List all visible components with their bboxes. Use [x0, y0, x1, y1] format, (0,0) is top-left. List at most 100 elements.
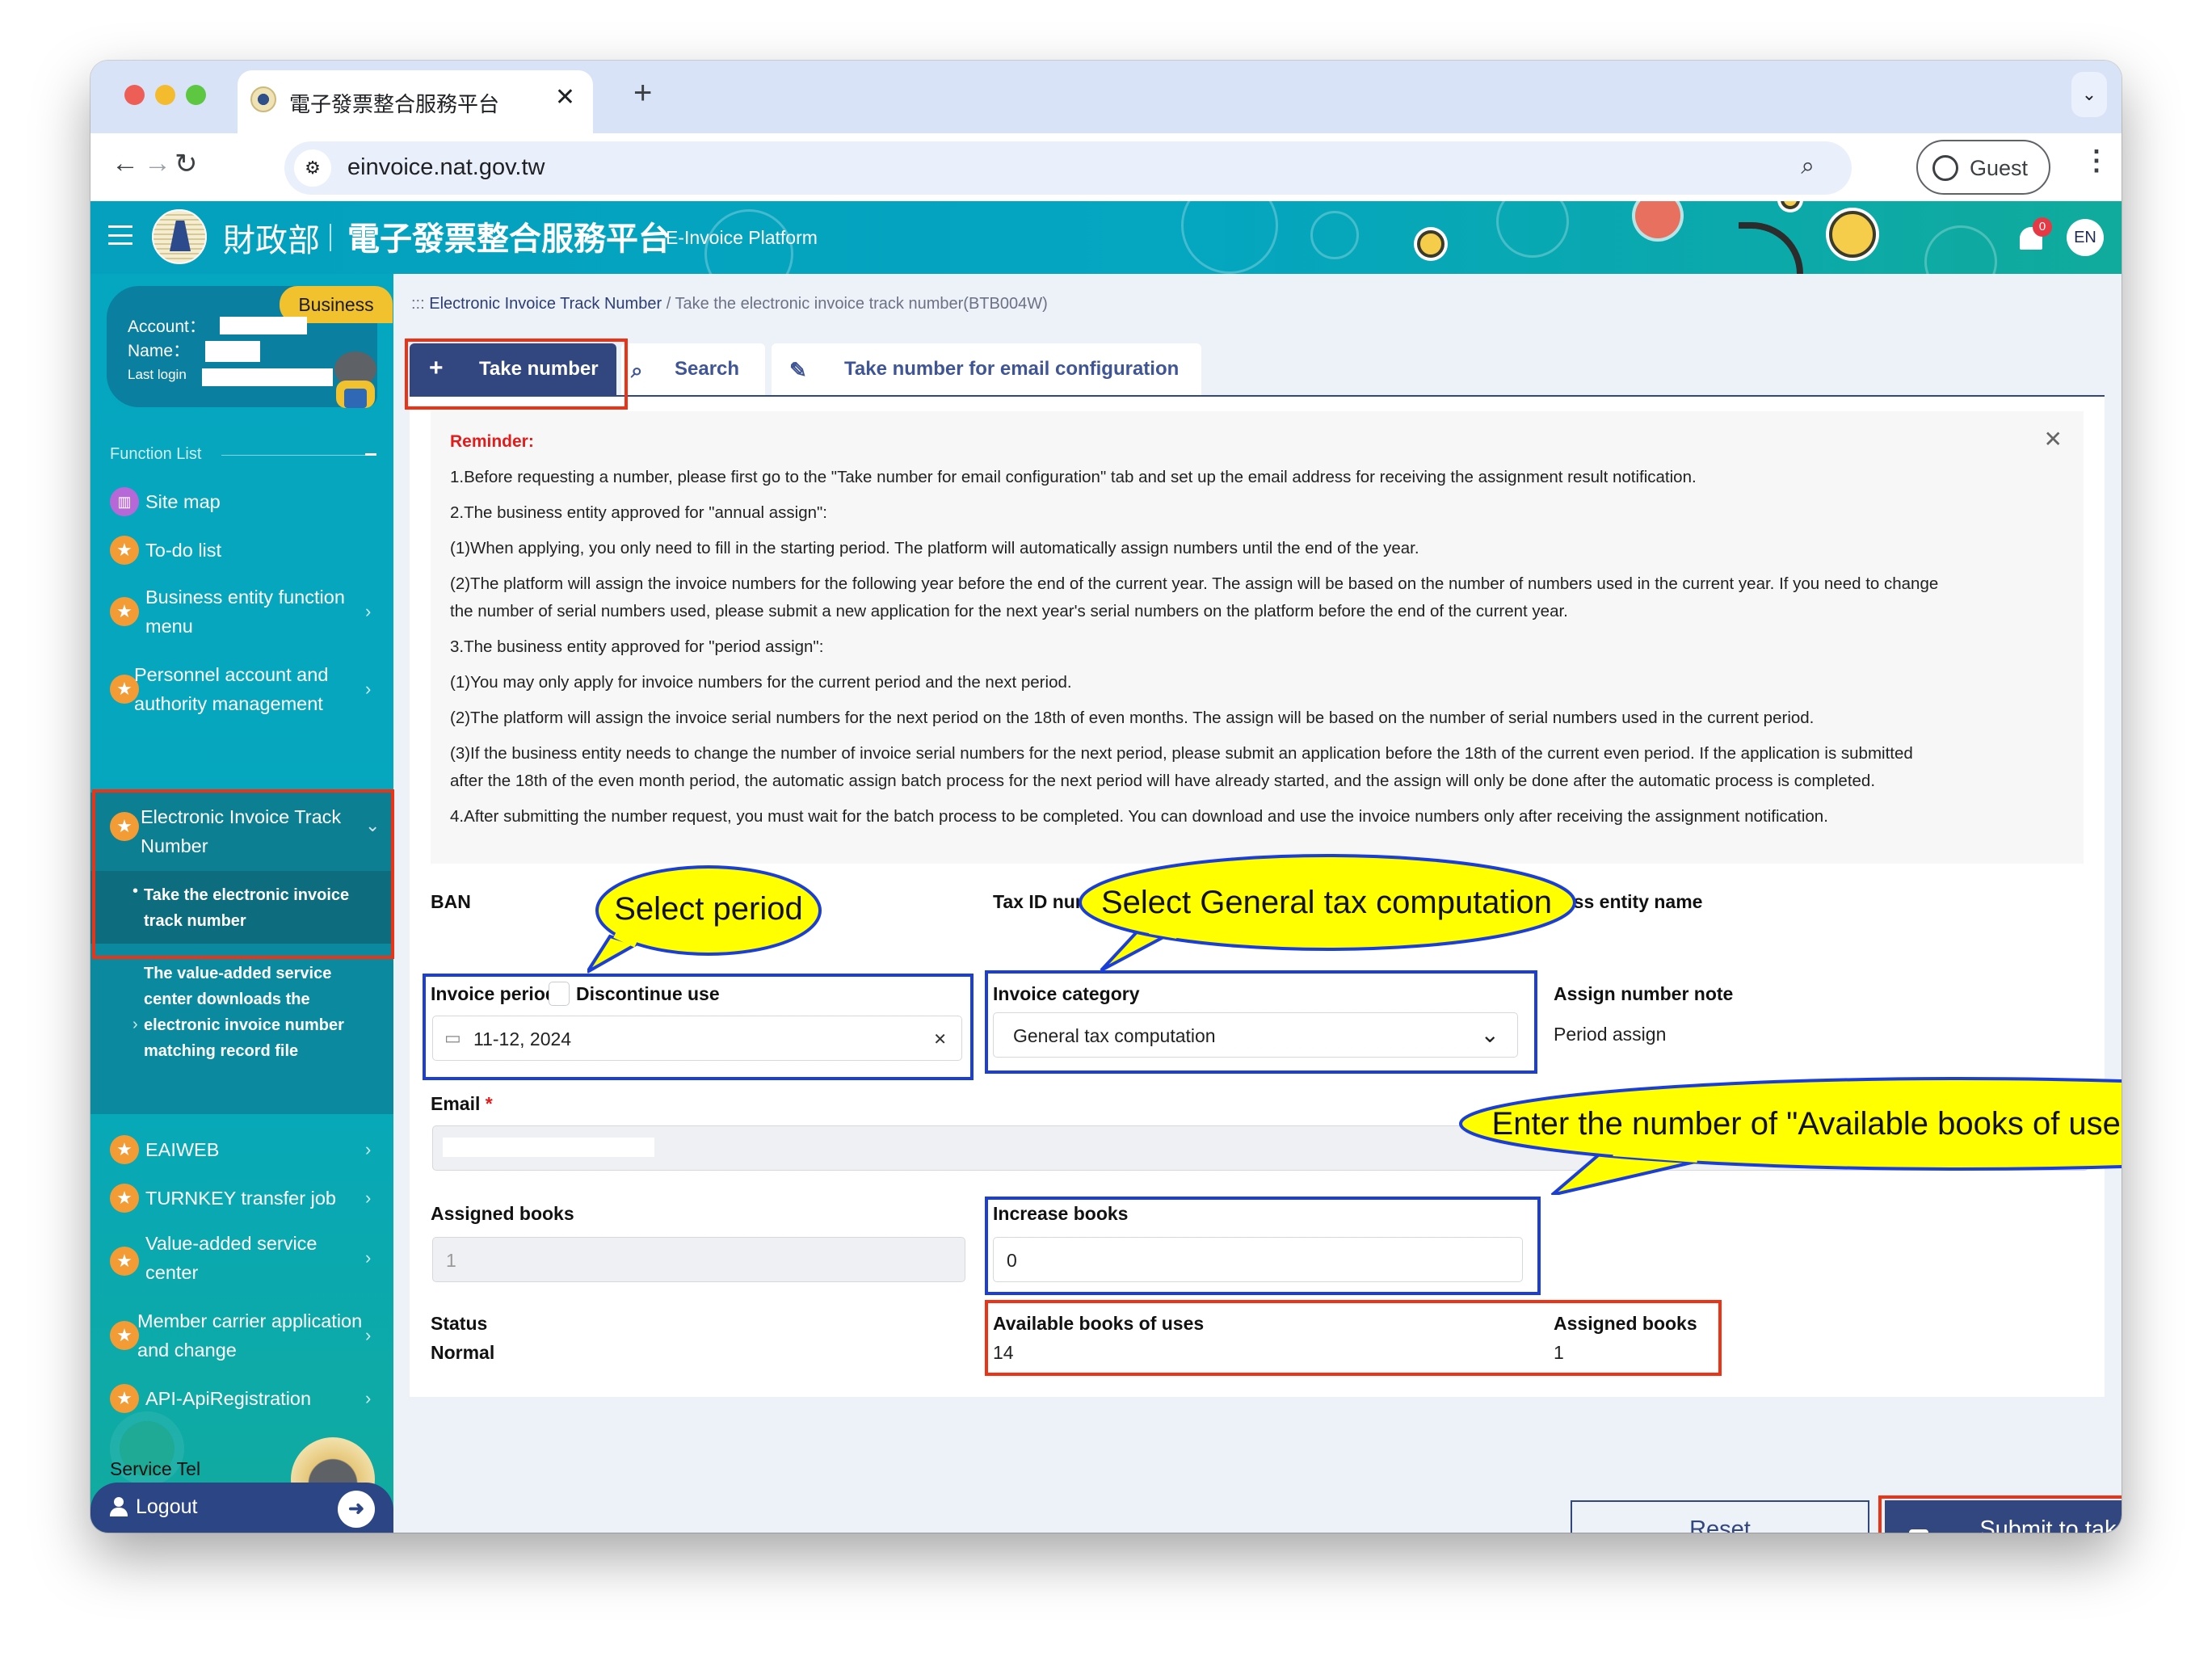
sidebar-item-api-registration[interactable]: ★ API-ApiRegistration ›: [90, 1382, 393, 1415]
search-icon: ⌕: [631, 358, 643, 382]
url-text[interactable]: einvoice.nat.gov.tw: [347, 154, 545, 181]
browser-toolbar: ← → ↻ ⚙ einvoice.nat.gov.tw ⌕ Guest ⋮: [90, 133, 2122, 201]
sidebar-subitem-take-track-number[interactable]: • Take the electronic invoice track numb…: [90, 871, 393, 944]
assigned-books-value: 1: [446, 1250, 456, 1271]
submit-take-number-button[interactable]: Submit to take number: [1885, 1500, 2122, 1533]
browser-menu-icon[interactable]: ⋮: [2083, 145, 2110, 177]
callout-bubble-shape: [1079, 854, 1576, 972]
tab-take-number[interactable]: + Take number: [410, 343, 616, 395]
decorative-circle: [1496, 201, 1569, 258]
assign-note-value: Period assign: [1554, 1024, 1667, 1045]
tax-id-label: Tax ID number: [993, 891, 1121, 912]
reminder-box: Reminder: ✕ 1.Before requesting a number…: [431, 411, 2084, 864]
site-settings-icon[interactable]: ⚙: [294, 149, 331, 187]
reminder-line: after the 18th of the even month period,…: [450, 772, 1876, 790]
main-content: ::: Electronic Invoice Track Number / Ta…: [393, 274, 2122, 1533]
function-list-title: Function List: [110, 445, 202, 463]
chevron-right-icon: ›: [365, 1188, 372, 1208]
logout-icon[interactable]: ➜: [338, 1491, 375, 1528]
tab-search[interactable]: ⌕ Search: [621, 343, 765, 395]
required-mark: *: [485, 1093, 493, 1114]
sidebar-item-business-entity-function-menu[interactable]: ★ Business entity function menu ›: [90, 581, 393, 642]
close-icon[interactable]: ✕: [2044, 426, 2063, 452]
invoice-period-picker[interactable]: ▭ 11-12, 2024 ✕: [432, 1016, 962, 1061]
decorative-circle: [1924, 225, 1997, 274]
invoice-category-value: General tax computation: [1013, 1025, 1216, 1046]
star-icon: ★: [110, 1184, 139, 1213]
discontinue-use-checkbox[interactable]: [549, 982, 570, 1006]
logout-label[interactable]: Logout: [136, 1495, 197, 1519]
email-label-text: Email: [431, 1093, 481, 1114]
star-icon: ★: [110, 536, 139, 565]
increase-books-value: 0: [1007, 1250, 1017, 1271]
callout-text: Select General tax computation: [1100, 885, 1553, 920]
reminder-line: (1)You may only apply for invoice number…: [450, 673, 1072, 692]
back-arrow-icon[interactable]: ←: [111, 148, 139, 179]
new-tab-button[interactable]: +: [633, 75, 652, 111]
sidebar-item-eaiweb[interactable]: ★ EAIWEB ›: [90, 1134, 393, 1166]
sidebar-item-electronic-invoice-track-number[interactable]: ★ Electronic Invoice Track Number ⌄: [90, 793, 393, 871]
email-field[interactable]: [432, 1125, 2088, 1171]
person-circle-icon: [1932, 155, 1958, 181]
breadcrumb-current: Take the electronic invoice track number…: [675, 295, 1048, 313]
minimize-window-button[interactable]: [155, 85, 175, 105]
sidebar-subitem-label: The value-added service center downloads…: [144, 965, 344, 1060]
highlight-books-summary: [985, 1300, 1722, 1376]
available-books-value: 14: [993, 1342, 1014, 1363]
breadcrumb-separator: /: [666, 295, 671, 313]
reload-icon[interactable]: ↻: [175, 148, 198, 180]
sidebar-item-personnel-account[interactable]: ★ Personnel account and authority manage…: [90, 658, 393, 720]
sidebar-item-label: Electronic Invoice Track Number: [141, 806, 342, 856]
hamburger-menu-icon[interactable]: [108, 225, 132, 245]
sidebar-subitem-vasc-download[interactable]: › The value-added service center downloa…: [90, 954, 393, 1108]
chevron-right-icon: ›: [365, 1325, 372, 1345]
breadcrumb-parent-link[interactable]: Electronic Invoice Track Number: [429, 295, 662, 313]
collapse-icon[interactable]: [365, 453, 376, 456]
favicon-icon: [250, 86, 276, 112]
sidebar-item-turnkey[interactable]: ★ TURNKEY transfer job ›: [90, 1182, 393, 1214]
sidebar-item-site-map[interactable]: ▥ Site map: [90, 486, 393, 518]
mascot-illustration: [326, 351, 388, 408]
callout-select-category: Select General tax computation: [1072, 849, 1581, 972]
zoom-icon[interactable]: ⌕: [1801, 153, 1815, 180]
profile-button[interactable]: Guest: [1916, 140, 2050, 195]
logout-bar[interactable]: Logout ➜: [90, 1483, 393, 1533]
function-list-divider: [221, 455, 365, 456]
increase-books-input[interactable]: 0: [993, 1237, 1523, 1282]
close-window-button[interactable]: [124, 85, 145, 105]
chevron-right-icon: ›: [365, 1139, 372, 1159]
language-toggle-button[interactable]: EN: [2067, 219, 2104, 256]
notifications-button[interactable]: 0: [2018, 217, 2052, 256]
browser-tab-title: 電子發票整合服務平台: [289, 93, 500, 117]
reset-button[interactable]: Reset: [1571, 1500, 1869, 1533]
available-books-label: Available books of uses: [993, 1313, 1205, 1334]
ministry-name[interactable]: 財政部: [223, 214, 320, 261]
assign-note-label: Assign number note: [1554, 983, 1734, 1004]
maximize-window-button[interactable]: [186, 85, 206, 105]
close-tab-icon[interactable]: ✕: [555, 83, 575, 111]
sidebar-item-value-added-service-center[interactable]: ★ Value-added service center ›: [90, 1227, 393, 1289]
sidebar-item-label: Personnel account and authority manageme…: [134, 664, 329, 714]
assigned-books-summary-label: Assigned books: [1554, 1313, 1697, 1334]
reminder-line: 2.The business entity approved for "annu…: [450, 503, 827, 522]
sidebar-item-label: Business entity function menu: [145, 587, 345, 637]
invoice-period-label: Invoice period: [431, 983, 557, 1004]
tag-decoration-icon: [1635, 201, 1680, 238]
tab-search-dropdown[interactable]: ⌄: [2071, 72, 2107, 117]
chevron-right-icon: ›: [365, 1388, 372, 1408]
tab-email-configuration[interactable]: ✎ Take number for email configuration: [772, 343, 1201, 395]
browser-tab[interactable]: 電子發票整合服務平台 ✕: [238, 70, 593, 133]
clear-icon[interactable]: ✕: [933, 1029, 947, 1049]
address-bar[interactable]: ⚙ einvoice.nat.gov.tw ⌕: [284, 141, 1852, 195]
forward-arrow-icon[interactable]: →: [144, 148, 171, 179]
sidebar-item-member-carrier[interactable]: ★ Member carrier application and change …: [90, 1305, 393, 1366]
platform-title[interactable]: 電子發票整合服務平台: [347, 212, 671, 259]
invoice-category-select[interactable]: General tax computation ⌄: [993, 1012, 1518, 1058]
chevron-down-icon: ⌄: [365, 815, 381, 835]
bullet-icon: •: [132, 882, 139, 900]
decorative-circle: [1310, 211, 1359, 259]
sidebar-item-todo-list[interactable]: ★ To-do list: [90, 534, 393, 566]
assigned-books-input: 1: [432, 1237, 965, 1282]
name-label: Name：: [128, 342, 191, 360]
ministry-logo[interactable]: [152, 209, 207, 264]
